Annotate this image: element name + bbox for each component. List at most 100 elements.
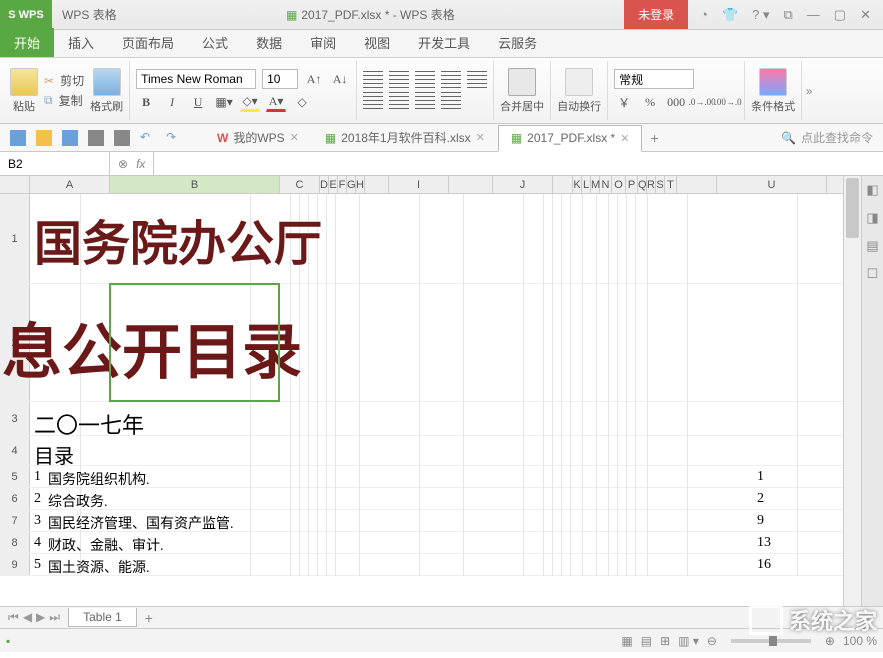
clear-format-button[interactable]: ◇ [292, 92, 312, 112]
col-header[interactable]: Q [638, 176, 647, 193]
increase-font-icon[interactable]: A↑ [304, 69, 324, 89]
wrap-text-button[interactable]: 自动换行 [557, 68, 601, 114]
col-header[interactable]: I [389, 176, 449, 193]
zoom-in-icon[interactable]: ⊕ [825, 634, 835, 648]
close-icon[interactable]: ✕ [860, 7, 871, 23]
close-tab-icon[interactable]: ✕ [476, 131, 485, 144]
sheet-next-icon[interactable]: ▶ [36, 610, 45, 625]
tab-start[interactable]: 开始 [0, 28, 54, 57]
login-button[interactable]: 未登录 [624, 0, 688, 29]
zoom-out-icon[interactable]: ⊖ [707, 634, 717, 648]
view-page-icon[interactable]: ▤ [641, 634, 652, 648]
add-sheet-button[interactable]: + [137, 610, 161, 626]
row-header[interactable]: 4 [0, 436, 30, 465]
side-tool-4-icon[interactable]: ☐ [867, 266, 879, 282]
row-header[interactable]: 6 [0, 488, 30, 509]
col-header[interactable]: S [656, 176, 665, 193]
font-color-button[interactable]: A▾ [266, 92, 286, 112]
col-header[interactable]: N [600, 176, 612, 193]
col-header[interactable]: T [665, 176, 677, 193]
tab-insert[interactable]: 插入 [54, 28, 108, 57]
col-header[interactable]: A [30, 176, 110, 193]
tshirt-icon[interactable]: 👕 [722, 7, 738, 23]
merge-center-button[interactable]: 合并居中 [500, 68, 544, 114]
col-header[interactable] [677, 176, 717, 193]
col-header[interactable]: H [356, 176, 365, 193]
fill-color-button[interactable]: ◇▾ [240, 92, 260, 112]
col-header[interactable]: J [493, 176, 553, 193]
sheet-tab[interactable]: Table 1 [68, 608, 137, 627]
currency-button[interactable]: ￥ [614, 92, 634, 112]
underline-button[interactable]: U [188, 92, 208, 112]
indent-inc-icon[interactable] [467, 71, 487, 89]
skin-icon[interactable]: ◔ [700, 7, 708, 22]
col-header[interactable]: M [591, 176, 600, 193]
minimize-icon[interactable]: — [807, 7, 820, 22]
qa-redo-icon[interactable]: ↷ [166, 130, 182, 146]
indent-dec-icon[interactable] [441, 71, 461, 89]
name-box[interactable]: B2 [0, 152, 110, 175]
col-header[interactable] [365, 176, 389, 193]
zoom-handle[interactable] [769, 636, 777, 646]
border-button[interactable]: ▦▾ [214, 92, 234, 112]
tab-page-layout[interactable]: 页面布局 [108, 28, 188, 57]
qa-save-icon[interactable] [62, 130, 78, 146]
align-center-icon[interactable] [389, 92, 409, 110]
maximize-icon[interactable]: ▢ [834, 7, 846, 23]
col-header[interactable]: E [329, 176, 338, 193]
font-family-select[interactable] [136, 69, 256, 89]
align-middle-icon[interactable] [389, 71, 409, 89]
select-all-corner[interactable] [0, 176, 30, 193]
restore-down-icon[interactable]: ⧉ [784, 7, 793, 23]
number-format-select[interactable] [614, 69, 694, 89]
col-header[interactable]: B [110, 176, 280, 193]
close-tab-icon[interactable]: ✕ [290, 131, 299, 144]
tab-cloud[interactable]: 云服务 [484, 28, 551, 57]
sheet-last-icon[interactable]: ⏭ [49, 610, 60, 625]
scrollbar-thumb[interactable] [846, 178, 859, 238]
qa-undo-icon[interactable]: ↶ [140, 130, 156, 146]
cut-button[interactable]: ✂剪切 [44, 72, 84, 89]
col-header[interactable] [553, 176, 573, 193]
add-tab-button[interactable]: + [642, 130, 666, 146]
col-header[interactable]: L [582, 176, 591, 193]
tab-devtools[interactable]: 开发工具 [404, 28, 484, 57]
side-tool-3-icon[interactable]: ▤ [866, 238, 878, 254]
zoom-value[interactable]: 100 % [843, 634, 877, 648]
comma-button[interactable]: 000 [666, 92, 686, 112]
view-break-icon[interactable]: ⊞ [660, 634, 670, 648]
decimal-increase-button[interactable]: .0→.00 [692, 92, 712, 112]
row-header[interactable]: 5 [0, 466, 30, 487]
col-header[interactable]: F [338, 176, 347, 193]
conditional-format-button[interactable]: 条件格式 [751, 68, 795, 114]
close-tab-icon[interactable]: ✕ [620, 132, 629, 145]
tab-review[interactable]: 审阅 [296, 28, 350, 57]
align-justify-icon[interactable] [441, 92, 461, 110]
qa-preview-icon[interactable] [114, 130, 130, 146]
col-header[interactable] [449, 176, 493, 193]
copy-button[interactable]: ⧉复制 [44, 92, 84, 109]
row-header[interactable]: 8 [0, 532, 30, 553]
format-painter-button[interactable]: 格式刷 [90, 68, 123, 114]
view-layout-icon[interactable]: ▥ ▾ [678, 634, 699, 648]
view-normal-icon[interactable]: ▦ [621, 634, 632, 648]
command-search[interactable]: 🔍 点此查找命令 [771, 129, 883, 146]
row-header[interactable]: 3 [0, 402, 30, 435]
bold-button[interactable]: B [136, 92, 156, 112]
qa-print-icon[interactable] [88, 130, 104, 146]
col-header[interactable]: U [717, 176, 827, 193]
sheet-first-icon[interactable]: ⏮ [8, 610, 19, 625]
tab-data[interactable]: 数据 [242, 28, 296, 57]
paste-button[interactable]: 粘贴 [10, 68, 38, 114]
align-left-icon[interactable] [363, 92, 383, 110]
fx-cancel-icon[interactable]: ⊗ [118, 157, 128, 171]
col-header[interactable]: G [347, 176, 356, 193]
col-header[interactable]: C [280, 176, 320, 193]
rows-area[interactable]: 123456789国务院办公厅息公开目录二〇一七年目录1国务院组织机构.12综合… [0, 194, 843, 576]
align-right-icon[interactable] [415, 92, 435, 110]
col-header[interactable]: K [573, 176, 582, 193]
vertical-scrollbar[interactable] [843, 176, 861, 606]
doc-tab[interactable]: ▦2018年1月软件百科.xlsx✕ [312, 124, 498, 151]
fx-button[interactable]: fx [136, 157, 145, 171]
percent-button[interactable]: % [640, 92, 660, 112]
